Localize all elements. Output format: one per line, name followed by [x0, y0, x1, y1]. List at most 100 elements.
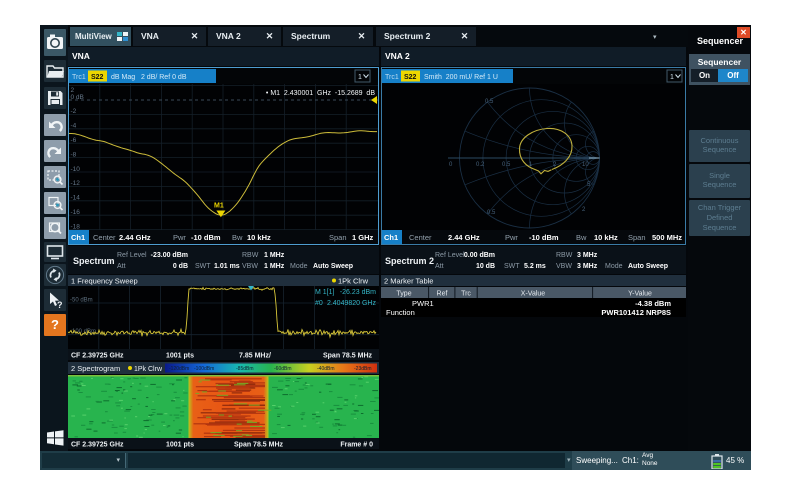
svg-text:2 Marker Table: 2 Marker Table: [384, 277, 433, 286]
svg-text:-85dBm: -85dBm: [236, 366, 254, 372]
svg-text:Trc: Trc: [461, 291, 471, 298]
svg-text:0.00 dBm: 0.00 dBm: [464, 252, 495, 259]
svg-text:Spectrum: Spectrum: [73, 256, 115, 266]
svg-text:S22: S22: [91, 74, 104, 81]
svg-text:-18: -18: [71, 223, 81, 230]
svg-text:Center: Center: [93, 233, 116, 242]
svg-text:1: 1: [358, 74, 362, 81]
svg-text:Ref Level: Ref Level: [435, 252, 465, 259]
svg-text:Ref Level: Ref Level: [117, 252, 147, 259]
svg-text:X-Value: X-Value: [521, 291, 545, 298]
svg-text:-6: -6: [71, 137, 77, 144]
svg-text:-100dBm: -100dBm: [194, 366, 214, 372]
svg-text:PWR101412 NRP8S: PWR101412 NRP8S: [601, 308, 671, 317]
svg-text:1001 pts: 1001 pts: [166, 353, 194, 360]
svg-text:7.85 MHz/: 7.85 MHz/: [239, 353, 271, 360]
svg-text:0.2: 0.2: [476, 162, 485, 168]
svg-text:-40dBm: -40dBm: [317, 366, 335, 372]
svg-text:M1: M1: [214, 203, 224, 210]
svg-text:Frame # 0: Frame # 0: [340, 442, 373, 449]
svg-text:2: 2: [582, 207, 586, 213]
svg-text:Span 78.5 MHz: Span 78.5 MHz: [234, 442, 284, 449]
svg-text:1 GHz: 1 GHz: [352, 233, 374, 242]
svg-text:2.4049820 GHz: 2.4049820 GHz: [327, 300, 377, 307]
svg-text:0 dB: 0 dB: [71, 94, 84, 101]
svg-text:Ch1: Ch1: [384, 233, 398, 242]
svg-text:VBW: VBW: [242, 263, 258, 270]
svg-text:• M1 2.430001 GHz -15.2689: • M1 2.430001 GHz -15.2689 dB: [266, 90, 375, 97]
svg-text:2.44 GHz: 2.44 GHz: [119, 233, 151, 242]
svg-text:1: 1: [670, 74, 674, 81]
svg-text:1Pk Clrw: 1Pk Clrw: [338, 277, 369, 286]
svg-text:-23.00 dBm: -23.00 dBm: [151, 252, 188, 259]
svg-text:Spectrum 2: Spectrum 2: [385, 256, 434, 266]
svg-text:Att: Att: [117, 263, 126, 270]
svg-text:1.01 ms: 1.01 ms: [214, 263, 240, 270]
svg-text:-2: -2: [71, 108, 77, 115]
svg-text:Y-Value: Y-Value: [628, 291, 652, 298]
svg-text:Mode: Mode: [605, 263, 623, 270]
svg-text:PWR1: PWR1: [412, 299, 434, 308]
svg-text:RBW: RBW: [556, 252, 573, 259]
svg-text:-14: -14: [71, 195, 81, 202]
svg-text:Trc1: Trc1: [72, 74, 86, 81]
svg-text:1Pk Clrw: 1Pk Clrw: [134, 366, 163, 373]
svg-text:5.2 ms: 5.2 ms: [524, 263, 546, 270]
svg-text:-8: -8: [71, 151, 77, 158]
svg-text:1001 pts: 1001 pts: [166, 442, 194, 449]
svg-text:?: ?: [57, 300, 63, 310]
svg-text:Span: Span: [628, 233, 646, 242]
svg-text:Att: Att: [435, 263, 444, 270]
svg-text:2 Spectrogram: 2 Spectrogram: [71, 364, 120, 373]
svg-text:10 dB: 10 dB: [476, 263, 495, 270]
svg-text:Bw: Bw: [576, 233, 587, 242]
svg-text:SWT: SWT: [195, 263, 211, 270]
svg-text:Auto Sweep: Auto Sweep: [313, 263, 353, 270]
svg-text:10: 10: [582, 162, 589, 168]
svg-text:3 MHz: 3 MHz: [577, 263, 598, 270]
svg-text:2.44 GHz: 2.44 GHz: [448, 233, 480, 242]
svg-text:-12: -12: [71, 180, 81, 187]
svg-text:Mode: Mode: [290, 263, 308, 270]
svg-text:CF 2.39725 GHz: CF 2.39725 GHz: [71, 442, 124, 449]
svg-text:1 MHz: 1 MHz: [264, 252, 285, 259]
svg-text:10 kHz: 10 kHz: [247, 233, 271, 242]
svg-text:Function: Function: [386, 308, 415, 317]
svg-text:Pwr: Pwr: [173, 233, 186, 242]
svg-text:VBW: VBW: [556, 263, 572, 270]
svg-text:-10 dBm: -10 dBm: [529, 233, 559, 242]
svg-text:500 MHz: 500 MHz: [652, 233, 682, 242]
svg-text:0: 0: [449, 162, 453, 168]
svg-text:Pwr: Pwr: [505, 233, 518, 242]
svg-text:-120dBm: -120dBm: [169, 366, 189, 372]
svg-text:Type: Type: [396, 291, 411, 298]
svg-text:-23dBm: -23dBm: [354, 366, 372, 372]
svg-text:-50 dBm: -50 dBm: [70, 298, 93, 304]
svg-text:1 Frequency Sweep: 1 Frequency Sweep: [71, 277, 138, 286]
svg-text:-60dBm: -60dBm: [274, 366, 292, 372]
svg-text:S22: S22: [404, 74, 417, 81]
svg-text:Span 78.5 MHz: Span 78.5 MHz: [323, 353, 373, 360]
svg-text:-10 dBm: -10 dBm: [191, 233, 221, 242]
svg-text:0.5: 0.5: [487, 210, 496, 216]
svg-text:Smith 200 mU/ Ref 1 U: Smith 200 mU/ Ref 1 U: [424, 74, 498, 81]
svg-text:-26.23 dBm: -26.23 dBm: [340, 289, 376, 296]
svg-text:0.5: 0.5: [485, 99, 494, 105]
svg-text:1 MHz: 1 MHz: [264, 263, 285, 270]
svg-text:Ch1: Ch1: [71, 233, 85, 242]
svg-text:3 MHz: 3 MHz: [577, 252, 598, 259]
svg-text:Trc1: Trc1: [385, 74, 399, 81]
svg-text:Auto Sweep: Auto Sweep: [628, 263, 668, 270]
svg-text:CF 2.39725 GHz: CF 2.39725 GHz: [71, 353, 124, 360]
svg-text:SWT: SWT: [504, 263, 520, 270]
svg-text:Bw: Bw: [232, 233, 243, 242]
svg-text:0.5: 0.5: [502, 162, 511, 168]
svg-text:-4.38 dBm: -4.38 dBm: [635, 299, 671, 308]
svg-text:10 kHz: 10 kHz: [594, 233, 618, 242]
svg-text:Ref: Ref: [437, 291, 448, 298]
svg-text:0 dB: 0 dB: [173, 263, 188, 270]
svg-text:M 1[1]: M 1[1]: [315, 289, 335, 296]
svg-text:Center: Center: [409, 233, 432, 242]
svg-text:-4: -4: [71, 123, 77, 130]
svg-text:#0: #0: [315, 300, 323, 307]
